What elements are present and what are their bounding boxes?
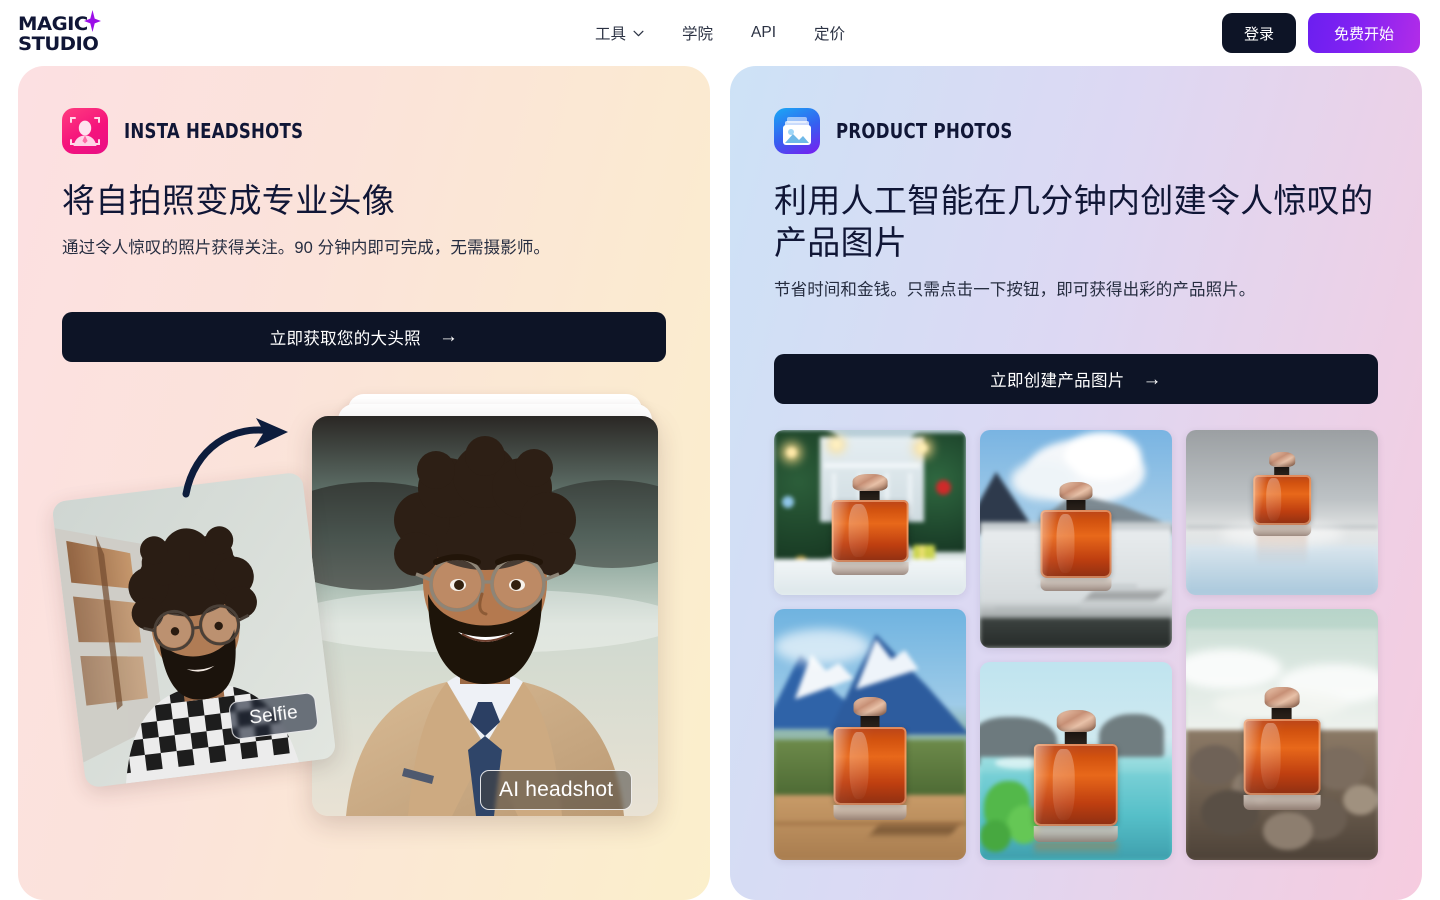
- before-photo: Selfie: [51, 471, 337, 789]
- gallery-item-studio-gray-gradient[interactable]: [1186, 430, 1378, 596]
- create-product-photos-label: 立即创建产品图片: [990, 372, 1125, 391]
- before-after-visual: Selfie AI headshot: [51, 388, 666, 818]
- nav-item-academy-label: 学院: [682, 26, 714, 43]
- chevron-down-icon: [633, 30, 644, 36]
- gallery-item-mountain-wood-table[interactable]: [774, 609, 966, 861]
- nav-item-tools-label: 工具: [594, 26, 626, 43]
- card-product-photos[interactable]: PRODUCT PHOTOS 利用人工智能在几分钟内创建令人惊叹的产品图片 节省…: [730, 66, 1422, 900]
- page-title: 将自拍照变成专业头像: [62, 182, 395, 219]
- nav-item-api-label: API: [751, 24, 776, 41]
- nav-item-api[interactable]: API: [751, 24, 776, 42]
- card-badge-row: INSTA HEADSHOTS: [62, 108, 666, 154]
- card-badge-label: INSTA HEADSHOTS: [124, 119, 304, 143]
- gallery-item-holiday-lights-snow[interactable]: [774, 430, 966, 596]
- photo-stack-icon: [774, 108, 820, 154]
- card-subtitle: 通过令人惊叹的照片获得关注。90 分钟内即可完成，无需摄影师。: [62, 239, 551, 258]
- header-actions: 登录 免费开始: [1221, 13, 1420, 53]
- gallery-item-marble-cloud-sky[interactable]: [980, 430, 1172, 649]
- get-headshots-button[interactable]: 立即获取您的大头照 →: [62, 311, 666, 362]
- card-insta-headshots[interactable]: INSTA HEADSHOTS 将自拍照变成专业头像 通过令人惊叹的照片获得关注…: [18, 66, 710, 900]
- nav-item-pricing-label: 定价: [814, 26, 846, 43]
- curved-arrow-icon: [182, 417, 288, 498]
- create-product-photos-button[interactable]: 立即创建产品图片 →: [774, 354, 1378, 405]
- gallery-item-lagoon-green-leaves[interactable]: [980, 662, 1172, 861]
- start-free-button[interactable]: 免费开始: [1307, 13, 1420, 53]
- arrow-right-icon: →: [1142, 368, 1162, 390]
- gallery-column-3: [1186, 430, 1378, 861]
- product-photo-gallery: [774, 430, 1378, 861]
- get-headshots-label: 立即获取您的大头照: [269, 329, 421, 348]
- nav-item-academy[interactable]: 学院: [682, 22, 713, 44]
- promo-cards: INSTA HEADSHOTS 将自拍照变成专业头像 通过令人惊叹的照片获得关注…: [0, 66, 1440, 900]
- nav-item-tools[interactable]: 工具: [595, 22, 644, 44]
- gallery-column-1: [774, 430, 966, 861]
- card-badge-row: PRODUCT PHOTOS: [774, 108, 1378, 154]
- after-label: AI headshot: [480, 769, 633, 810]
- arrow-right-icon: →: [438, 326, 459, 348]
- login-button[interactable]: 登录: [1221, 13, 1296, 53]
- site-header: MAGIC STUDIO 工具 学院 API 定价 登录 免费开始: [0, 0, 1440, 66]
- gallery-item-ocean-pebbles[interactable]: [1186, 609, 1378, 861]
- card-badge-label: PRODUCT PHOTOS: [836, 119, 1013, 143]
- after-photo: AI headshot: [312, 415, 658, 816]
- nav-item-pricing[interactable]: 定价: [814, 22, 845, 44]
- card-subtitle: 节省时间和金钱。只需点击一下按钮，即可获得出彩的产品照片。: [774, 281, 1256, 300]
- portrait-frame-icon: [62, 108, 108, 154]
- gallery-column-2: [980, 430, 1172, 861]
- page-title: 利用人工智能在几分钟内创建令人惊叹的产品图片: [774, 182, 1374, 262]
